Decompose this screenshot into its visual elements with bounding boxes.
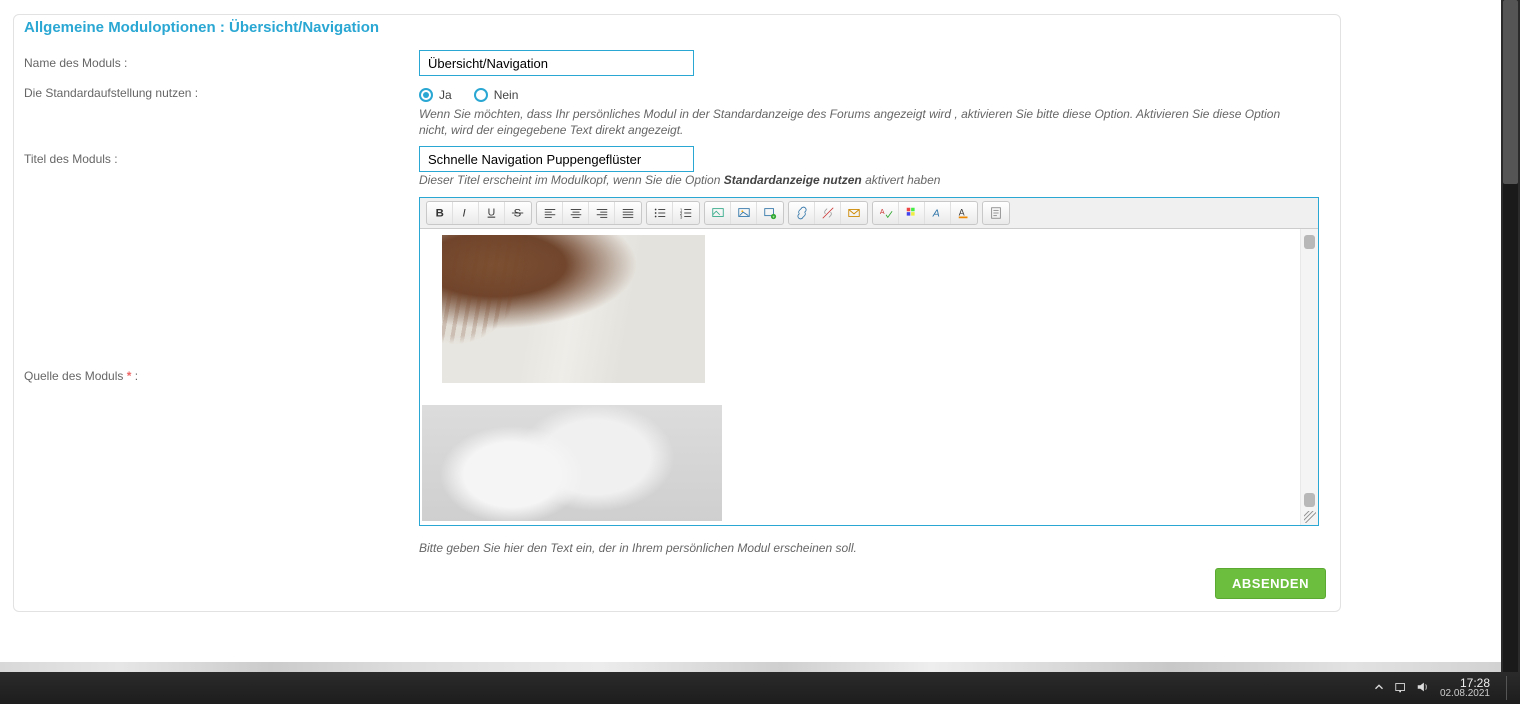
- editor-scrollbar[interactable]: [1300, 229, 1318, 525]
- use-default-no-radio[interactable]: [474, 88, 488, 102]
- font-icon[interactable]: A: [925, 202, 951, 224]
- radio-no-label: Nein: [494, 88, 519, 102]
- use-default-hint: Wenn Sie möchten, dass Ihr persönliches …: [419, 106, 1299, 138]
- editor-image-1[interactable]: [442, 235, 705, 383]
- underline-icon[interactable]: U: [479, 202, 505, 224]
- submit-button[interactable]: ABSENDEN: [1215, 568, 1326, 599]
- module-name-input[interactable]: [419, 50, 694, 76]
- svg-text:U: U: [487, 206, 495, 218]
- use-default-label: Die Standardaufstellung nutzen :: [24, 84, 419, 100]
- tray-clock[interactable]: 17:28 02.08.2021: [1440, 677, 1490, 699]
- unlink-icon[interactable]: [815, 202, 841, 224]
- svg-text:A: A: [959, 207, 965, 217]
- module-source-editor[interactable]: B I U S: [419, 197, 1319, 526]
- link-icon[interactable]: [789, 202, 815, 224]
- color-grid-icon[interactable]: [899, 202, 925, 224]
- image-host-icon[interactable]: [705, 202, 731, 224]
- italic-icon[interactable]: I: [453, 202, 479, 224]
- tray-network-icon[interactable]: [1394, 680, 1408, 697]
- svg-text:3: 3: [680, 214, 683, 219]
- module-options-panel: Allgemeine Moduloptionen : Übersicht/Nav…: [13, 14, 1341, 612]
- use-default-yes-radio[interactable]: [419, 88, 433, 102]
- align-left-icon[interactable]: [537, 202, 563, 224]
- module-name-label: Name des Moduls :: [24, 50, 419, 70]
- svg-text:+: +: [772, 214, 775, 219]
- align-center-icon[interactable]: [563, 202, 589, 224]
- tray-chevron-icon[interactable]: [1372, 680, 1386, 697]
- editor-resize-handle[interactable]: [1304, 511, 1316, 523]
- spellcheck-icon[interactable]: A: [873, 202, 899, 224]
- page-title: Allgemeine Moduloptionen : Übersicht/Nav…: [24, 19, 379, 36]
- tray-volume-icon[interactable]: [1416, 680, 1430, 697]
- page-scrollbar[interactable]: [1501, 0, 1520, 704]
- svg-text:B: B: [435, 207, 443, 219]
- module-title-hint: Dieser Titel erscheint im Modulkopf, wen…: [419, 172, 1330, 188]
- align-justify-icon[interactable]: [615, 202, 641, 224]
- module-title-label: Titel des Moduls :: [24, 146, 419, 166]
- module-source-label: Quelle des Moduls * :: [24, 369, 419, 383]
- svg-text:A: A: [879, 208, 884, 215]
- mail-icon[interactable]: [841, 202, 867, 224]
- editor-image-2[interactable]: [422, 405, 722, 521]
- source-icon[interactable]: [983, 202, 1009, 224]
- align-right-icon[interactable]: [589, 202, 615, 224]
- editor-hint: Bitte geben Sie hier den Text ein, der i…: [419, 540, 1319, 556]
- svg-text:S: S: [514, 207, 522, 219]
- font-color-icon[interactable]: A: [951, 202, 977, 224]
- editor-toolbar: B I U S: [420, 198, 1318, 229]
- module-title-input[interactable]: [419, 146, 694, 172]
- taskbar: 17:28 02.08.2021: [0, 672, 1520, 704]
- image-add-icon[interactable]: +: [757, 202, 783, 224]
- svg-text:A: A: [931, 207, 939, 219]
- list-ol-icon[interactable]: 123: [673, 202, 699, 224]
- editor-content-area[interactable]: [420, 229, 1318, 525]
- radio-yes-label: Ja: [439, 88, 452, 102]
- bold-icon[interactable]: B: [427, 202, 453, 224]
- strike-icon[interactable]: S: [505, 202, 531, 224]
- tray-show-desktop[interactable]: [1506, 676, 1512, 700]
- image-icon[interactable]: [731, 202, 757, 224]
- list-ul-icon[interactable]: [647, 202, 673, 224]
- svg-text:I: I: [462, 207, 466, 219]
